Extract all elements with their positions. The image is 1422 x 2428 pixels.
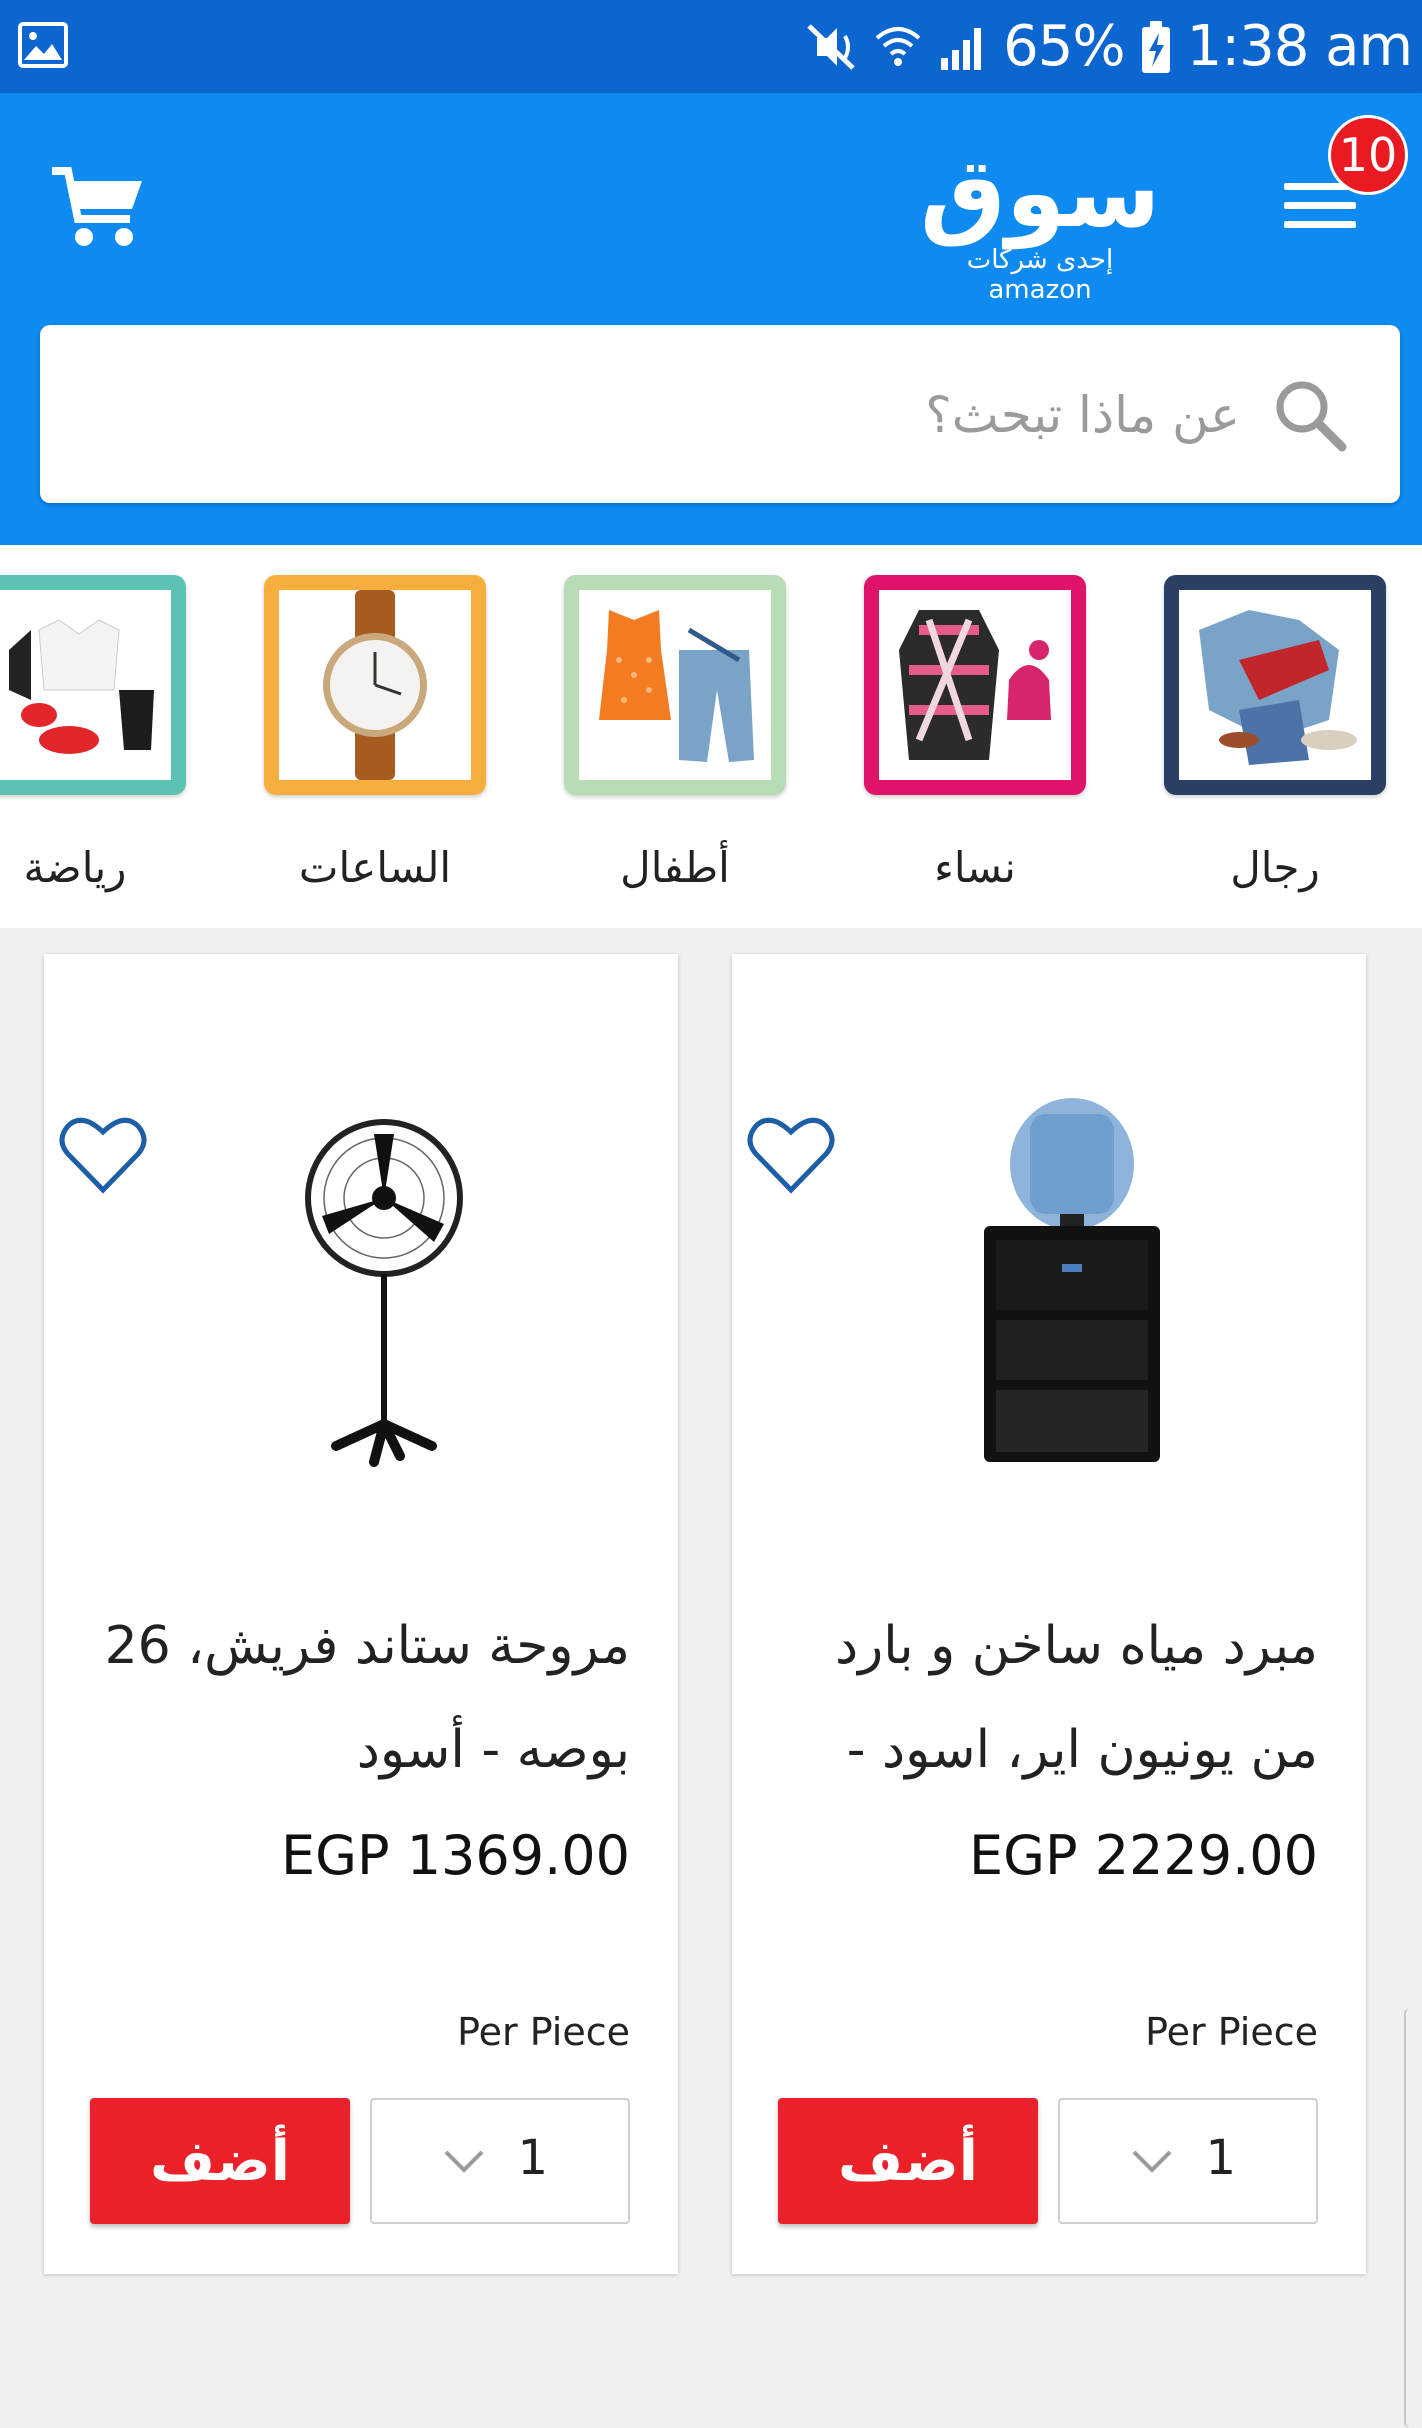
- quantity-select[interactable]: 1: [1058, 2098, 1318, 2224]
- category-label: رجال: [1230, 843, 1320, 892]
- search-input[interactable]: [340, 365, 1240, 465]
- category-image: [564, 575, 786, 795]
- category-image: [264, 575, 486, 795]
- quantity-value: 1: [517, 2130, 548, 2186]
- cart-icon[interactable]: [50, 163, 146, 253]
- search-bar[interactable]: [40, 325, 1400, 503]
- product-price: EGP 2229.00: [969, 1824, 1318, 1887]
- category-label: أطفال: [620, 843, 730, 892]
- quantity-value: 1: [1205, 2130, 1236, 2186]
- category-women[interactable]: نساء: [864, 575, 1086, 892]
- product-image[interactable]: [224, 1094, 544, 1474]
- souq-logo[interactable]: سوق إحدى شركات amazon: [920, 137, 1161, 305]
- category-label: الساعات: [298, 843, 452, 892]
- battery-percent: 65%: [1003, 14, 1125, 79]
- gallery-icon: [18, 22, 68, 68]
- category-label: نساء: [934, 843, 1016, 892]
- heart-icon[interactable]: [58, 1114, 148, 1196]
- category-carousel[interactable]: رجال نساء أطفال الساعات رياضة: [0, 545, 1422, 928]
- mute-vibrate-icon: [807, 24, 855, 70]
- product-image[interactable]: [912, 1094, 1232, 1474]
- category-kids[interactable]: أطفال: [564, 575, 786, 892]
- category-image: [1164, 575, 1386, 795]
- battery-charging-icon: [1141, 21, 1170, 73]
- category-sports[interactable]: رياضة: [0, 575, 186, 892]
- category-label: رياضة: [23, 843, 127, 892]
- logo-text: سوق: [920, 137, 1161, 249]
- status-bar: 65% 1:38 am: [0, 0, 1422, 93]
- heart-icon[interactable]: [746, 1114, 836, 1196]
- category-watches[interactable]: الساعات: [264, 575, 486, 892]
- product-unit: Per Piece: [457, 2010, 630, 2054]
- product-card[interactable]: مبرد مياه ساخن و بارد من يونيون اير، اسو…: [732, 954, 1366, 2274]
- product-price: EGP 1369.00: [281, 1824, 630, 1887]
- app-header: سوق إحدى شركات amazon 10: [0, 93, 1422, 545]
- chevron-down-icon: [1132, 2150, 1172, 2173]
- product-unit: Per Piece: [1145, 2010, 1318, 2054]
- scrollbar[interactable]: [1404, 2008, 1416, 2428]
- category-men[interactable]: رجال: [1164, 575, 1386, 892]
- clock: 1:38 am: [1186, 14, 1413, 79]
- wifi-icon: [875, 27, 921, 66]
- signal-icon: [941, 28, 982, 70]
- add-to-cart-button[interactable]: أضف: [90, 2098, 350, 2224]
- chevron-down-icon: [444, 2150, 484, 2173]
- add-to-cart-button[interactable]: أضف: [778, 2098, 1038, 2224]
- logo-subtitle: إحدى شركات amazon: [966, 245, 1114, 305]
- product-grid: مبرد مياه ساخن و بارد من يونيون اير، اسو…: [0, 928, 1422, 2428]
- product-name[interactable]: مروحة ستاند فريش، 26 بوصه - أسود: [90, 1594, 630, 1802]
- search-icon[interactable]: [1270, 375, 1350, 455]
- quantity-select[interactable]: 1: [370, 2098, 630, 2224]
- category-image: [0, 575, 186, 795]
- notification-badge: 10: [1328, 115, 1408, 195]
- product-card[interactable]: مروحة ستاند فريش، 26 بوصه - أسود EGP 136…: [44, 954, 678, 2274]
- product-name[interactable]: مبرد مياه ساخن و بارد من يونيون اير، اسو…: [778, 1594, 1318, 1802]
- category-image: [864, 575, 1086, 795]
